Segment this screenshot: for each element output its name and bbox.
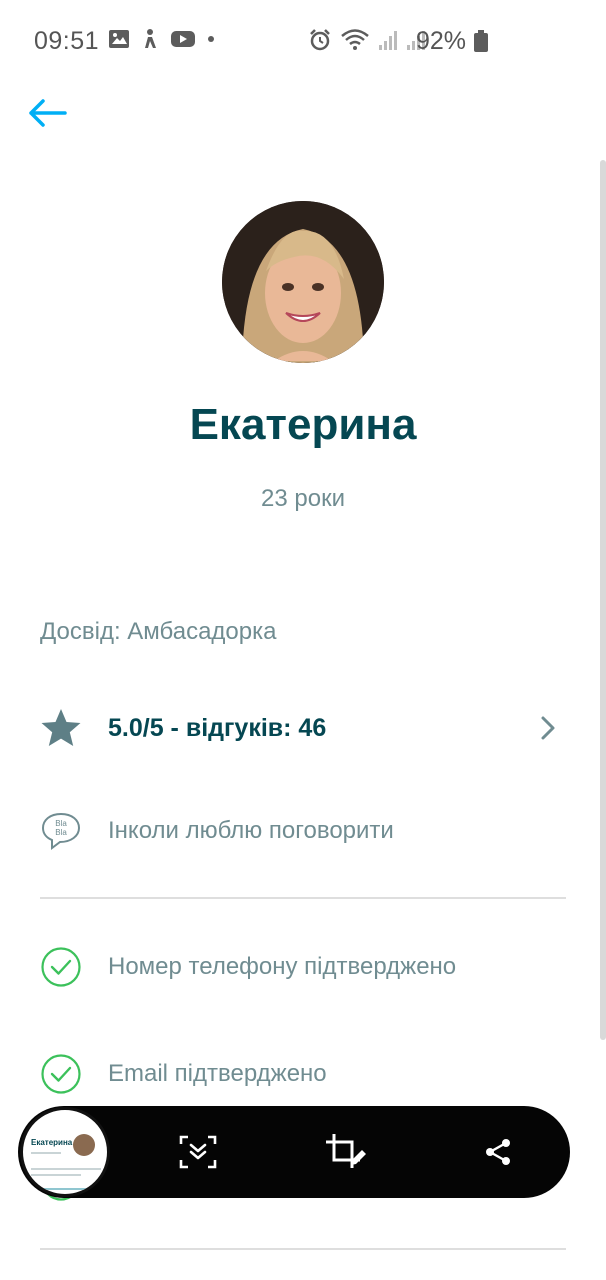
crop-edit-button[interactable] <box>324 1130 368 1174</box>
profile-age: 23 роки <box>261 485 345 512</box>
battery-percent: 92% <box>415 27 466 55</box>
chat-preference-text: Інколи люблю поговорити <box>108 817 394 844</box>
thumbnail-line <box>31 1174 81 1176</box>
thumbnail-title: Екатерина <box>31 1138 73 1147</box>
system-icons <box>308 28 426 52</box>
scroll-capture-button[interactable] <box>176 1130 220 1174</box>
thumbnail-line <box>31 1188 101 1190</box>
share-icon <box>486 1139 510 1165</box>
svg-text:Bla: Bla <box>55 828 67 837</box>
image-icon <box>109 30 129 48</box>
screenshot-toolbar: Екатерина <box>18 1106 570 1198</box>
experience-level: Досвід: Амбасадорка <box>40 618 277 645</box>
chevron-right-icon <box>541 716 555 740</box>
thumbnail-avatar <box>73 1134 95 1156</box>
divider <box>40 897 566 899</box>
wifi-icon <box>341 29 369 50</box>
email-verified-text: Email підтверджено <box>108 1060 327 1087</box>
avatar <box>222 201 384 363</box>
status-bar: 09:51 92% <box>0 0 606 80</box>
phone-verified-text: Номер телефону підтверджено <box>108 953 457 980</box>
blabla-chat-icon: Bla Bla <box>40 810 82 852</box>
back-button[interactable] <box>26 94 68 132</box>
dot-icon <box>208 36 214 42</box>
email-verified-row: Email підтверджено <box>40 1051 566 1097</box>
signal-icon <box>379 31 397 50</box>
rating-text: 5.0/5 - відгуків: 46 <box>108 713 327 742</box>
check-circle-icon <box>40 1053 82 1095</box>
chat-preference-row: Bla Bla Інколи люблю поговорити <box>40 808 566 854</box>
profile-name: Екатерина <box>189 400 417 449</box>
phone-verified-row: Номер телефону підтверджено <box>40 944 566 990</box>
star-icon <box>40 707 82 749</box>
bus-person-icon <box>145 29 156 48</box>
back-arrow-icon <box>29 99 67 127</box>
share-button[interactable] <box>476 1130 520 1174</box>
crop-edit-icon <box>326 1134 366 1168</box>
status-time: 09:51 <box>34 27 100 55</box>
thumbnail-line <box>31 1168 101 1170</box>
alarm-icon <box>310 29 330 51</box>
rating-row[interactable]: 5.0/5 - відгуків: 46 <box>40 705 566 751</box>
divider <box>40 1248 566 1250</box>
notification-icons <box>108 28 216 50</box>
thumbnail-line <box>31 1152 61 1154</box>
youtube-icon <box>171 31 195 47</box>
scroll-capture-icon <box>179 1135 217 1169</box>
check-circle-icon <box>40 946 82 988</box>
battery-icon <box>474 30 488 52</box>
screenshot-thumbnail[interactable]: Екатерина <box>20 1107 110 1197</box>
svg-text:Bla: Bla <box>55 819 67 828</box>
scrollbar[interactable] <box>600 160 606 1040</box>
